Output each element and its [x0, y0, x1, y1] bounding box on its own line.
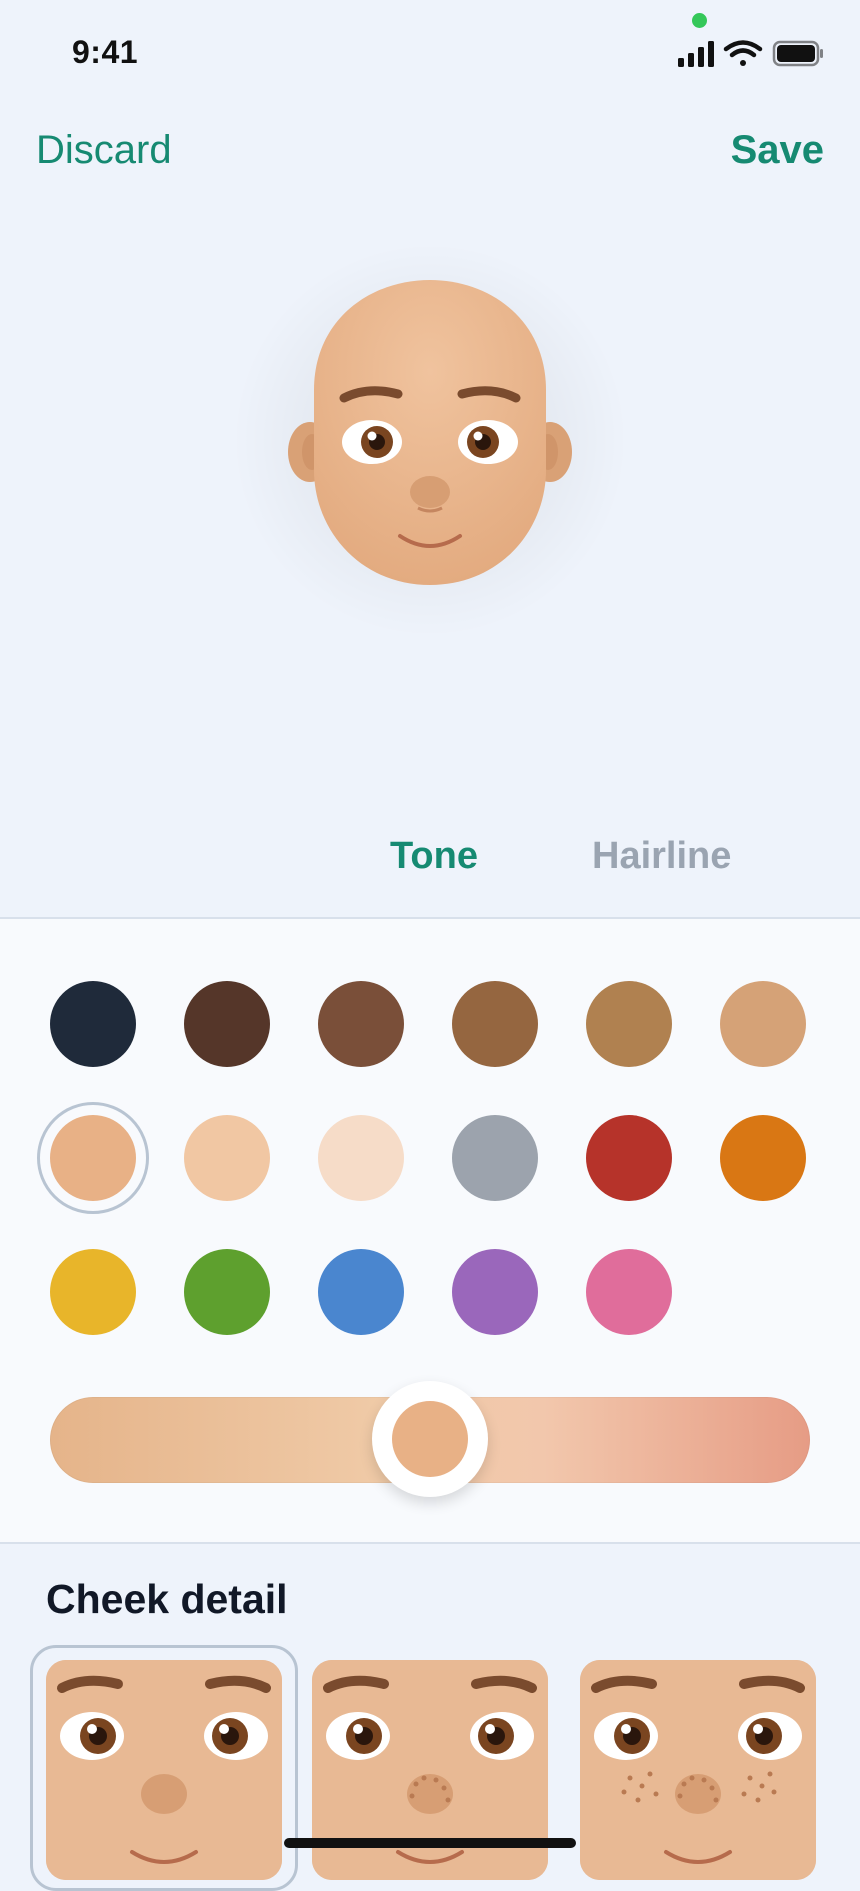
- cheek-heavy-freckles-face: [580, 1660, 816, 1880]
- status-time: 9:41: [72, 34, 139, 70]
- tone-swatch[interactable]: [452, 1115, 538, 1201]
- tone-swatch[interactable]: [318, 981, 404, 1067]
- tab-tone[interactable]: Tone: [390, 835, 478, 878]
- tone-panel: [0, 917, 860, 1544]
- save-button[interactable]: Save: [731, 128, 824, 173]
- tab-hairline[interactable]: Hairline: [592, 835, 731, 878]
- tone-swatch[interactable]: [184, 1115, 270, 1201]
- tone-swatch[interactable]: [50, 981, 136, 1067]
- tone-swatch[interactable]: [586, 981, 672, 1067]
- tone-swatch[interactable]: [452, 981, 538, 1067]
- battery-icon: [772, 40, 823, 67]
- tone-swatch[interactable]: [50, 1249, 136, 1335]
- tone-swatch[interactable]: [184, 981, 270, 1067]
- status-bar: 9:41: [0, 0, 860, 110]
- wifi-icon: [723, 40, 763, 66]
- cheek-detail-title: Cheek detail: [46, 1576, 288, 1622]
- cellular-signal-icon: [678, 41, 714, 67]
- privacy-indicator-dot: [692, 13, 707, 28]
- avatar-face: [288, 280, 572, 585]
- tone-swatch[interactable]: [318, 1115, 404, 1201]
- home-indicator: [284, 1838, 576, 1848]
- status-icons: [678, 40, 823, 67]
- tone-slider-knob[interactable]: [372, 1381, 488, 1497]
- cheek-option-plain[interactable]: [46, 1660, 282, 1880]
- tone-swatch[interactable]: [720, 1115, 806, 1201]
- cheek-plain-face: [46, 1660, 282, 1880]
- tone-swatch[interactable]: [720, 981, 806, 1067]
- nose: [410, 476, 450, 508]
- tone-swatch[interactable]: [318, 1249, 404, 1335]
- editor-tabs: Tone Hairline: [0, 835, 860, 915]
- tone-swatch[interactable]: [50, 1115, 136, 1201]
- tone-swatch[interactable]: [586, 1249, 672, 1335]
- tone-swatch[interactable]: [184, 1249, 270, 1335]
- cheek-option-heavy-freckles[interactable]: [580, 1660, 816, 1880]
- discard-button[interactable]: Discard: [36, 128, 172, 173]
- avatar-preview: [230, 240, 630, 640]
- tone-swatch[interactable]: [452, 1249, 538, 1335]
- tone-swatch[interactable]: [586, 1115, 672, 1201]
- tone-slider-knob-color: [392, 1401, 468, 1477]
